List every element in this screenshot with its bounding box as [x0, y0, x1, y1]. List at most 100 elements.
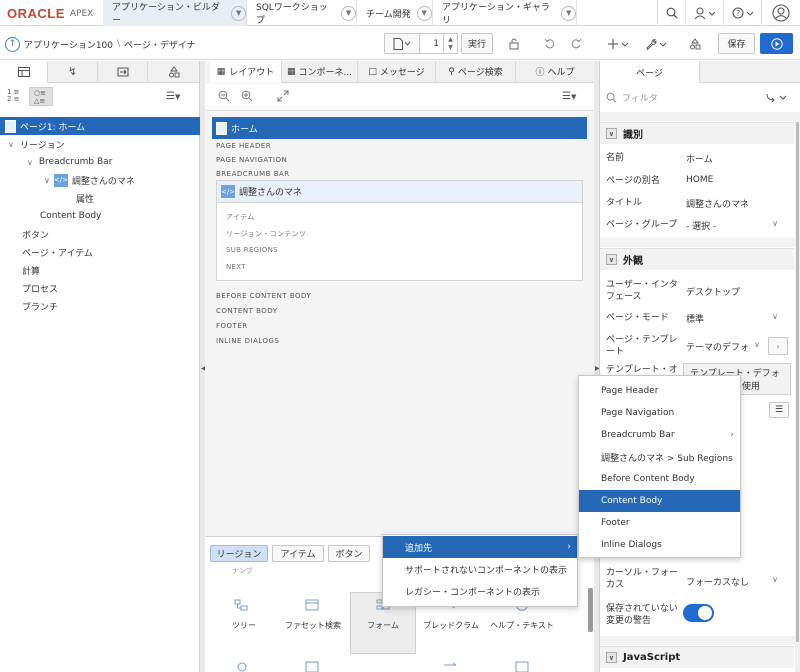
goto-group-icon[interactable]: [765, 90, 789, 104]
region-footer[interactable]: FOOTER: [216, 322, 248, 330]
prop-group-select[interactable]: - 選択 - ∨: [686, 219, 786, 232]
prop-cursor-select[interactable]: フォーカスなし ∨: [686, 575, 786, 588]
tab-messages[interactable]: □ メッセージ: [358, 61, 436, 83]
tab-dynamic-actions[interactable]: ↯: [48, 61, 98, 83]
gallery-tab-regions[interactable]: リージョン: [210, 545, 268, 562]
gallery-tab-buttons[interactable]: ボタン: [328, 545, 370, 562]
chevron-down-icon[interactable]: ▼: [231, 5, 246, 21]
chevron-down-icon[interactable]: ▼: [416, 5, 432, 21]
chevron-up-icon[interactable]: ▲: [448, 36, 453, 44]
region-breadcrumb-bar[interactable]: BREADCRUMB BAR: [216, 170, 290, 178]
tab-page-properties[interactable]: ページ: [600, 61, 700, 83]
chevron-down-icon[interactable]: ∨: [772, 575, 778, 584]
tree-item-processes[interactable]: プロセス: [0, 279, 200, 297]
tree-item-buttons[interactable]: ボタン: [0, 225, 200, 243]
breadcrumb-app[interactable]: アプリケーション100: [24, 38, 113, 51]
subregion-sub-regions[interactable]: SUB REGIONS: [226, 246, 278, 254]
list-region-icon[interactable]: [442, 661, 458, 672]
tree-item-branches[interactable]: ブランチ: [0, 297, 200, 315]
chevron-down-icon[interactable]: ▼: [341, 5, 356, 21]
tab-help[interactable]: ⓘ ヘルプ: [516, 61, 594, 83]
tree-item-attributes[interactable]: 属性: [0, 189, 200, 207]
nav-tab-app-gallery[interactable]: アプリケーション・ギャラリ ▼: [433, 0, 577, 26]
chevron-down-icon[interactable]: ▼: [448, 44, 453, 52]
tree-item-computations[interactable]: 計算: [0, 261, 200, 279]
submenu-page-header[interactable]: Page Header: [579, 380, 740, 402]
tab-layout[interactable]: ▦ レイアウト: [210, 61, 282, 83]
prop-template-select[interactable]: テーマのデフォ ∨: [686, 340, 762, 353]
gallery-item-help-text[interactable]: ヘルプ・テキスト: [486, 620, 558, 631]
layout-page-header[interactable]: ホーム: [212, 117, 587, 139]
gallery-scrollbar[interactable]: [588, 588, 593, 632]
cards-region-icon[interactable]: [304, 661, 320, 672]
lock-icon[interactable]: [505, 35, 523, 53]
tab-rendering[interactable]: [0, 61, 48, 83]
tree-item-content-body[interactable]: Content Body: [0, 207, 200, 225]
zoom-out-icon[interactable]: [217, 89, 231, 103]
chevron-down-icon[interactable]: ∨: [772, 312, 778, 321]
section-appearance-header[interactable]: ∨ 外観: [600, 248, 794, 270]
submenu-inline-dialogs[interactable]: Inline Dialogs: [579, 534, 740, 556]
gallery-item-breadcrumb[interactable]: ブレッドクラム: [420, 620, 482, 631]
subregion-items[interactable]: アイテム: [226, 212, 255, 222]
submenu-breadcrumb-bar[interactable]: Breadcrumb Bar ›: [579, 424, 740, 446]
page-selector-button[interactable]: [384, 33, 420, 54]
list-menu-icon[interactable]: ☰▼: [562, 91, 576, 102]
page-stepper[interactable]: ▲ ▼: [444, 33, 458, 54]
tree-item-page-items[interactable]: ページ・アイテム: [0, 243, 200, 261]
chevron-down-icon[interactable]: ∨: [44, 176, 50, 185]
gallery-tab-items[interactable]: アイテム: [272, 545, 324, 562]
search-icon[interactable]: [657, 0, 685, 26]
account-avatar-icon[interactable]: [761, 0, 800, 26]
context-menu-show-legacy[interactable]: レガシー・コンポーネントの表示: [383, 580, 577, 602]
faceted-search-icon[interactable]: [304, 598, 320, 612]
chevron-down-icon[interactable]: ∨: [606, 128, 617, 139]
shared-components-icon[interactable]: [686, 35, 704, 53]
save-button[interactable]: 保存: [718, 33, 755, 54]
expand-icon[interactable]: [276, 89, 290, 103]
group-view-icon[interactable]: ○≡ △≡: [29, 87, 53, 106]
chevron-down-icon[interactable]: ∨: [754, 340, 760, 349]
gallery-item-tree[interactable]: ツリー: [218, 620, 270, 631]
wrench-icon[interactable]: [643, 35, 669, 53]
right-scrollbar-thumb[interactable]: [796, 122, 799, 642]
numbered-list-icon[interactable]: 1 ≡ 2 ≡: [7, 89, 25, 104]
tree-item-regions[interactable]: ∨ リージョン: [0, 135, 200, 153]
oracle-apex-logo[interactable]: ORACLE APEX: [7, 6, 93, 21]
tree-item-breadcrumb-bar[interactable]: ∨ Breadcrumb Bar: [0, 153, 200, 171]
run-page-button[interactable]: [760, 33, 793, 54]
chevron-down-icon[interactable]: ∨: [27, 158, 33, 167]
template-go-button[interactable]: ›: [768, 337, 788, 355]
list-options-button[interactable]: ☰: [769, 402, 789, 418]
chevron-down-icon[interactable]: ∨: [606, 652, 617, 663]
user-menu-icon[interactable]: [685, 0, 723, 26]
submenu-sub-regions[interactable]: 調整さんのマネ > Sub Regions: [579, 446, 740, 468]
nav-tab-team-dev[interactable]: チーム開発 ▼: [357, 0, 433, 26]
region-page-header[interactable]: PAGE HEADER: [216, 142, 271, 150]
help-menu-icon[interactable]: ?: [723, 0, 761, 26]
region-before-content-body[interactable]: BEFORE CONTENT BODY: [216, 292, 311, 300]
filter-input[interactable]: フィルタ: [606, 88, 751, 106]
tab-page-search[interactable]: ⚲ ページ検索: [436, 61, 516, 83]
tree-item-region-chosei[interactable]: ∨ </> 調整さんのマネ: [0, 171, 200, 189]
submenu-before-content-body[interactable]: Before Content Body: [579, 468, 740, 490]
subregion-next[interactable]: NEXT: [226, 263, 246, 271]
prop-mode-select[interactable]: 標準 ∨: [686, 312, 786, 325]
prop-title-value[interactable]: 調整さんのマネ: [686, 197, 749, 210]
tab-shared-components[interactable]: [148, 61, 199, 83]
list-menu-icon[interactable]: ☰▼: [166, 91, 180, 102]
section-identity-header[interactable]: ∨ 識別: [600, 122, 794, 144]
run-button[interactable]: 実行: [461, 33, 493, 54]
gallery-item-faceted-search[interactable]: ファセット検索: [282, 620, 344, 631]
map-region-icon[interactable]: [234, 661, 250, 672]
tree-item-page[interactable]: ページ1: ホーム: [0, 117, 200, 135]
submenu-footer[interactable]: Footer: [579, 512, 740, 534]
tree-region-icon[interactable]: [233, 598, 249, 612]
warn-toggle[interactable]: [683, 604, 714, 622]
arrow-up-icon[interactable]: ↑: [5, 36, 20, 52]
region-card-header[interactable]: </> 調整さんのマネ: [217, 181, 582, 203]
nav-tab-app-builder[interactable]: アプリケーション・ビルダー ▼: [103, 0, 247, 26]
tab-processing[interactable]: [98, 61, 148, 83]
chevron-down-icon[interactable]: ∨: [606, 254, 617, 265]
page-number-input[interactable]: 1: [420, 33, 444, 54]
